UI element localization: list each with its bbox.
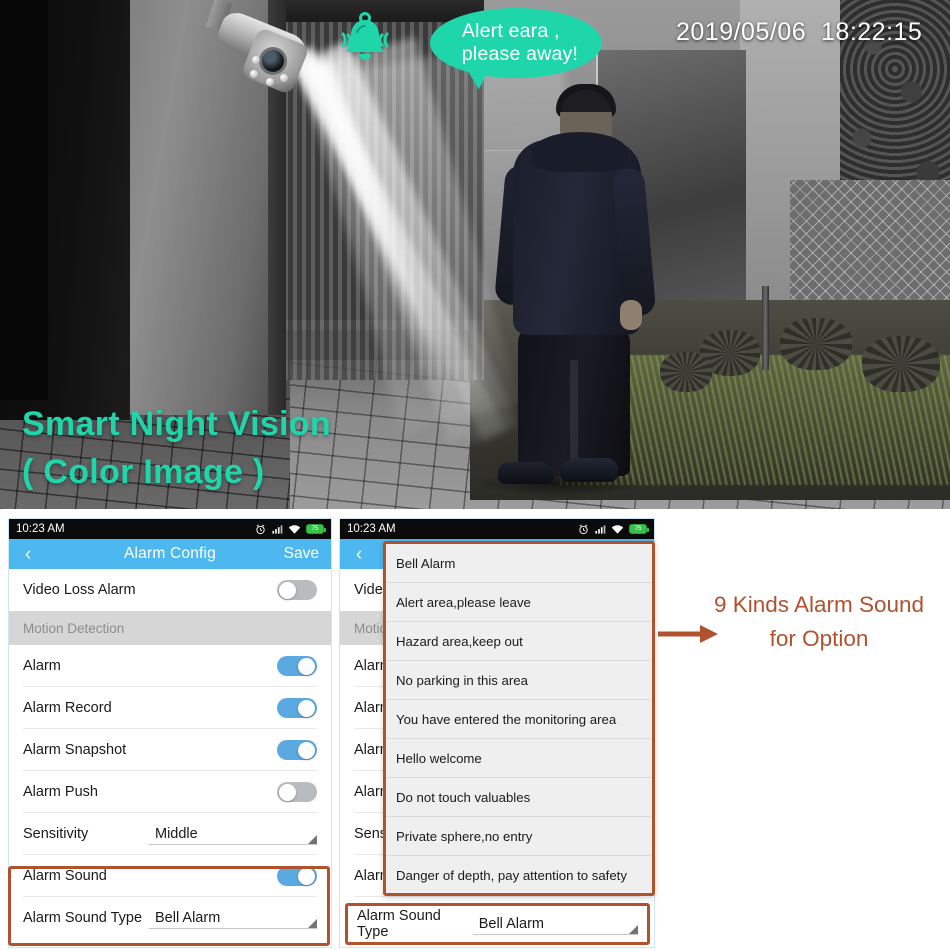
- toggle-knob: [279, 581, 296, 599]
- toggle-knob: [298, 741, 315, 759]
- row-alarm-record[interactable]: Alarm Record: [9, 687, 331, 729]
- dropdown-option[interactable]: Alert area,please leave: [386, 583, 652, 622]
- wifi-icon: [611, 524, 624, 534]
- section-label: Motion Detection: [23, 620, 125, 636]
- dropdown-option[interactable]: Hazard area,keep out: [386, 622, 652, 661]
- row-label: Alarm Push: [23, 784, 98, 800]
- garden-lamp-post: [762, 278, 769, 370]
- chevron-down-icon: [629, 925, 638, 934]
- dropdown-option[interactable]: Hello welcome: [386, 739, 652, 778]
- battery-icon: 75: [306, 524, 326, 534]
- alarm-sound-type-dropdown[interactable]: Bell Alarm Alert area,please leave Hazar…: [383, 541, 655, 896]
- alarm-clock-icon: [579, 524, 588, 534]
- person-left-shoe: [498, 462, 554, 484]
- dropdown-option[interactable]: Danger of depth, pay attention to safety: [386, 856, 652, 893]
- camera-lens: [262, 50, 284, 72]
- row-label: Alarm: [23, 658, 61, 674]
- row-alarm[interactable]: Alarm: [9, 645, 331, 687]
- row-label: Alarm Snapshot: [23, 742, 127, 758]
- spinner-value: Bell Alarm: [155, 910, 221, 926]
- signal-bars-icon: [272, 524, 283, 534]
- dropdown-option[interactable]: No parking in this area: [386, 661, 652, 700]
- row-label: Sensitivity: [23, 826, 89, 842]
- wifi-icon: [288, 524, 301, 534]
- camera-ir-led: [252, 56, 260, 64]
- chain-link-fence: [790, 180, 950, 320]
- chevron-down-icon: [308, 835, 317, 844]
- chevron-left-icon[interactable]: ‹: [340, 545, 378, 564]
- save-button[interactable]: Save: [284, 545, 331, 563]
- annotation-text: 9 Kinds Alarm Sound for Option: [713, 592, 925, 651]
- toggle-alarm-push[interactable]: [277, 782, 317, 802]
- video-timestamp: 2019/05/06 18:22:15: [676, 18, 923, 46]
- dropdown-option[interactable]: Do not touch valuables: [386, 778, 652, 817]
- spinner-underline: [149, 928, 317, 929]
- night-vision-caption: Smart Night Vision ( Color Image ): [22, 405, 331, 491]
- row-label: Alarm Sound: [23, 868, 107, 884]
- alarm-sound-type-spinner[interactable]: Bell Alarm: [149, 903, 317, 933]
- row-label: Alarm Sound Type: [357, 908, 441, 940]
- alarm-sound-type-spinner[interactable]: Bell Alarm: [472, 909, 638, 939]
- person-hand: [620, 300, 642, 330]
- row-alarm-sound-type[interactable]: Alarm Sound Type Bell Alarm: [9, 897, 331, 939]
- row-label: Video Loss Alarm: [23, 582, 136, 598]
- toggle-alarm-snapshot[interactable]: [277, 740, 317, 760]
- alert-speech-bubble: Alert eara , please away!: [430, 8, 602, 78]
- alert-speech-text: Alert eara , please away!: [461, 20, 579, 65]
- toggle-alarm-record[interactable]: [277, 698, 317, 718]
- spinner-value: Middle: [155, 826, 198, 842]
- ringing-bell-icon: [330, 8, 400, 78]
- alarm-clock-icon: [256, 524, 265, 534]
- status-bar-left: 10:23 AM 75: [9, 519, 331, 539]
- garden-lamp-head: [756, 272, 775, 286]
- toggle-video-loss-alarm[interactable]: [277, 580, 317, 600]
- toggle-knob: [279, 783, 296, 801]
- sensitivity-spinner[interactable]: Middle: [149, 819, 317, 849]
- row-alarm-sound[interactable]: Alarm Sound: [9, 855, 331, 897]
- dropdown-option[interactable]: You have entered the monitoring area: [386, 700, 652, 739]
- person-hood: [532, 132, 628, 172]
- chevron-down-icon: [308, 919, 317, 928]
- row-video-loss-alarm[interactable]: Video Loss Alarm: [9, 569, 331, 611]
- battery-icon: 75: [629, 524, 649, 534]
- toggle-alarm-sound[interactable]: [277, 866, 317, 886]
- row-label: Alarm Sound Type: [23, 910, 143, 926]
- spinner-value: Bell Alarm: [478, 916, 544, 932]
- hero-camera-photo: Alert eara , please away! 2019/05/06 18:…: [0, 0, 950, 509]
- row-alarm-snapshot[interactable]: Alarm Snapshot: [9, 729, 331, 771]
- shrub: [660, 352, 712, 392]
- camera-ir-led: [266, 78, 274, 86]
- signal-bars-icon: [595, 524, 606, 534]
- status-icon-group: 75: [255, 524, 326, 535]
- status-bar-right: 10:23 AM 75: [340, 519, 654, 539]
- camera-ir-led: [280, 74, 288, 82]
- phone-screenshot-left: 10:23 AM 75 ‹ Alarm Config Save Video Lo…: [8, 518, 332, 948]
- nav-bar-left: ‹ Alarm Config Save: [9, 539, 331, 569]
- toggle-knob: [298, 699, 315, 717]
- row-label: Alarm Record: [23, 700, 112, 716]
- toggle-knob: [298, 657, 315, 675]
- person-right-shoe: [560, 458, 618, 482]
- spinner-underline: [149, 844, 317, 845]
- status-time: 10:23 AM: [16, 523, 65, 535]
- dropdown-option[interactable]: Bell Alarm: [386, 544, 652, 583]
- dropdown-option[interactable]: Private sphere,no entry: [386, 817, 652, 856]
- row-alarm-sound-type-highlighted[interactable]: Alarm Sound Type Bell Alarm: [345, 903, 650, 945]
- page-root: Alert eara , please away! 2019/05/06 18:…: [0, 0, 950, 950]
- shrub: [862, 336, 940, 392]
- camera-ir-led: [250, 70, 258, 78]
- toggle-knob: [298, 867, 315, 885]
- status-time: 10:23 AM: [347, 523, 396, 535]
- spinner-underline: [472, 934, 638, 935]
- status-icon-group: 75: [578, 524, 649, 535]
- row-alarm-push[interactable]: Alarm Push: [9, 771, 331, 813]
- toggle-alarm[interactable]: [277, 656, 317, 676]
- row-sensitivity[interactable]: Sensitivity Middle: [9, 813, 331, 855]
- shrub: [780, 318, 852, 370]
- section-header-motion-detection: Motion Detection: [9, 611, 331, 645]
- dark-wall-inner: [0, 0, 48, 400]
